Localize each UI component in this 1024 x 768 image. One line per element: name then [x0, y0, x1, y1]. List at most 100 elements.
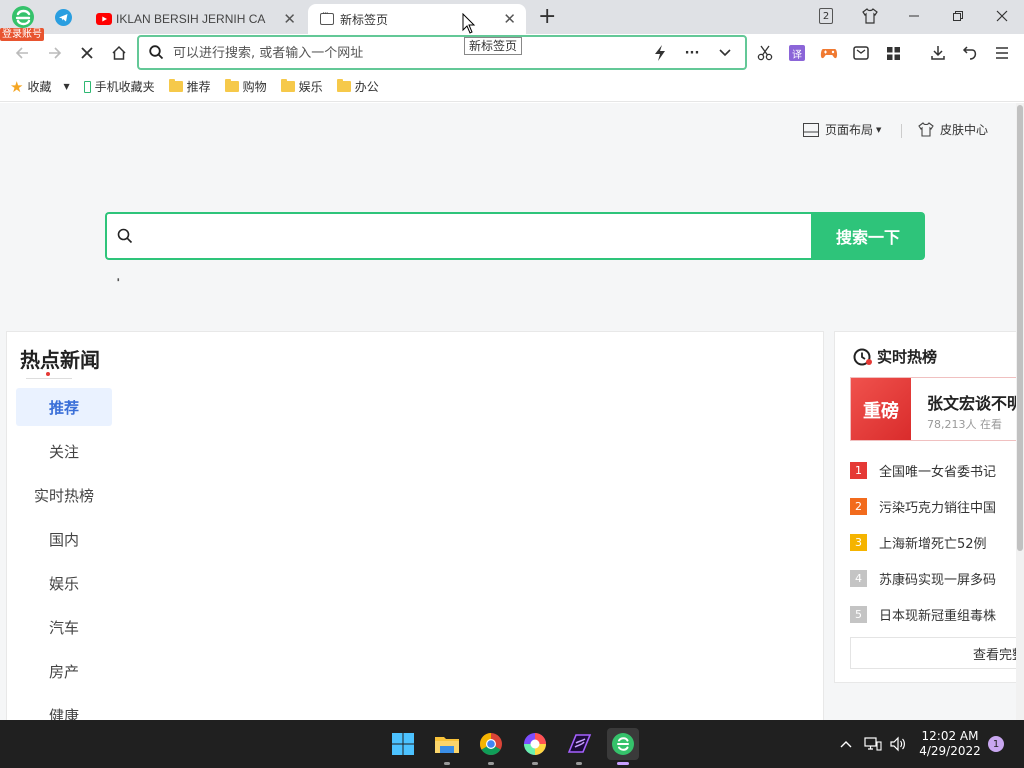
- new-tab-page-icon: [320, 9, 334, 25]
- running-indicator: [488, 762, 494, 765]
- phone-icon: [83, 80, 91, 93]
- home-button[interactable]: [106, 40, 132, 66]
- search-box[interactable]: [105, 212, 812, 260]
- category-real-estate[interactable]: 房产: [16, 652, 112, 690]
- taskbar-purple-app[interactable]: [563, 728, 595, 765]
- taskbar-file-explorer[interactable]: [431, 728, 463, 765]
- system-clock[interactable]: 12:02 AM 4/29/2022: [916, 729, 984, 759]
- bookmark-folder-recommend[interactable]: 推荐: [168, 78, 211, 95]
- minimize-button[interactable]: [892, 0, 936, 32]
- taskbar-colorful-app[interactable]: [519, 728, 551, 765]
- new-tab-button[interactable]: +: [538, 4, 556, 30]
- category-realtime-hot[interactable]: 实时热榜: [16, 476, 112, 514]
- more-options-button[interactable]: ···: [681, 43, 703, 63]
- bookmark-folder-entertainment[interactable]: 娱乐: [280, 78, 323, 95]
- tab-count-button[interactable]: 2: [804, 0, 848, 32]
- back-button[interactable]: [9, 40, 35, 66]
- purple-swirl-app-icon: [567, 734, 592, 753]
- forward-button[interactable]: [42, 40, 68, 66]
- category-follow[interactable]: 关注: [16, 432, 112, 470]
- tab-tooltip: 新标签页: [464, 37, 523, 55]
- notification-badge[interactable]: 1: [988, 736, 1004, 752]
- address-bar[interactable]: ···: [137, 35, 747, 70]
- scrollbar-thumb[interactable]: [1017, 105, 1023, 551]
- reader-button[interactable]: [850, 42, 872, 64]
- shirt-icon: [918, 122, 934, 137]
- view-full-list-button[interactable]: 查看完整: [850, 637, 1016, 669]
- bookmark-folder-shopping[interactable]: 购物: [224, 78, 267, 95]
- hot-list-item[interactable]: 4 苏康码实现一屏多码: [850, 569, 996, 588]
- address-input[interactable]: [173, 42, 643, 64]
- taskbar-chrome[interactable]: [475, 728, 507, 765]
- running-indicator: [532, 762, 538, 765]
- bookmark-favorites[interactable]: ★ 收藏 ▼: [10, 78, 70, 96]
- hot-list-item[interactable]: 1 全国唯一女省委书记: [850, 461, 996, 480]
- bookmark-label: 手机收藏夹: [94, 80, 155, 94]
- shirt-icon: [862, 8, 878, 24]
- rank-badge: 2: [850, 498, 867, 515]
- tab-youtube[interactable]: IKLAN BERSIH JERNIH CAN ✕: [88, 4, 306, 34]
- close-window-button[interactable]: [980, 0, 1024, 32]
- rank-badge: 3: [850, 534, 867, 551]
- login-account-badge[interactable]: 登录账号: [0, 28, 44, 41]
- featured-headline: 张文宏谈不明: [927, 394, 1016, 413]
- network-status[interactable]: [863, 734, 883, 754]
- search-icon: [117, 228, 133, 244]
- screenshot-button[interactable]: [754, 42, 776, 64]
- tab-new-tab[interactable]: 新标签页 ✕: [308, 4, 526, 34]
- featured-tag: 重磅: [851, 378, 911, 440]
- skin-button[interactable]: [848, 0, 892, 32]
- windows-taskbar: 12:02 AM 4/29/2022 1: [0, 720, 1024, 768]
- category-domestic[interactable]: 国内: [16, 520, 112, 558]
- bookmark-folder-office[interactable]: 办公: [336, 78, 379, 95]
- bookmark-mobile-favorites[interactable]: 手机收藏夹: [83, 78, 155, 95]
- volume-control[interactable]: [888, 734, 908, 754]
- back-arrow-icon: [15, 47, 28, 59]
- restore-button[interactable]: [936, 0, 980, 32]
- running-indicator: [617, 762, 629, 765]
- category-entertainment[interactable]: 娱乐: [16, 564, 112, 602]
- undo-close-button[interactable]: [959, 42, 981, 64]
- download-button[interactable]: [927, 42, 949, 64]
- close-tab-icon[interactable]: ✕: [283, 11, 296, 27]
- page-layout-label: 页面布局: [825, 123, 874, 137]
- featured-hot-item[interactable]: 重磅 张文宏谈不明 78,213人 在看: [850, 377, 1016, 441]
- show-hidden-icons-button[interactable]: [836, 734, 856, 754]
- bookmark-label: 办公: [354, 80, 379, 94]
- page-scrollbar[interactable]: [1016, 103, 1024, 720]
- tab-bar: 登录账号 IKLAN BERSIH JERNIH CAN ✕ 新标签页 ✕ + …: [0, 0, 1024, 41]
- telegram-icon[interactable]: [55, 9, 72, 26]
- hot-list-item[interactable]: 2 污染巧克力销往中国: [850, 497, 996, 516]
- dropdown-button[interactable]: [714, 43, 736, 63]
- browser-logo-icon[interactable]: [10, 4, 36, 30]
- page-layout-button[interactable]: 页面布局 ▼: [803, 121, 881, 138]
- category-health[interactable]: 健康: [16, 696, 112, 721]
- close-tab-icon[interactable]: ✕: [503, 11, 516, 27]
- caret-down-icon: ▼: [876, 125, 882, 134]
- game-button[interactable]: [818, 42, 840, 64]
- hot-list-item[interactable]: 3 上海新增死亡52例: [850, 533, 987, 552]
- skin-center-button[interactable]: 皮肤中心: [918, 121, 988, 138]
- start-button[interactable]: [387, 728, 419, 760]
- more-vertical-icon[interactable]: ···: [111, 277, 125, 279]
- apps-button[interactable]: [882, 42, 904, 64]
- divider: [901, 124, 902, 138]
- translate-button[interactable]: 译: [786, 42, 808, 64]
- search-button[interactable]: 搜索一下: [811, 212, 925, 260]
- bookmark-label: 推荐: [186, 80, 211, 94]
- running-indicator: [444, 762, 450, 765]
- category-auto[interactable]: 汽车: [16, 608, 112, 646]
- rank-badge: 1: [850, 462, 867, 479]
- translate-icon: 译: [789, 45, 805, 61]
- realtime-hot-panel: 实时热榜 重磅 张文宏谈不明 78,213人 在看 1 全国唯一女省委书记 2 …: [834, 331, 1016, 683]
- taskbar-browser-app[interactable]: [607, 728, 639, 765]
- youtube-icon: [96, 13, 112, 25]
- stop-loading-button[interactable]: [74, 40, 100, 66]
- menu-button[interactable]: [991, 42, 1013, 64]
- hot-list-item[interactable]: 5 日本现新冠重组毒株: [850, 605, 996, 624]
- forward-arrow-icon: [49, 47, 62, 59]
- bookmark-label: 购物: [242, 80, 267, 94]
- lightning-button[interactable]: [649, 43, 671, 63]
- search-input[interactable]: [143, 224, 793, 248]
- category-recommend[interactable]: 推荐: [16, 388, 112, 426]
